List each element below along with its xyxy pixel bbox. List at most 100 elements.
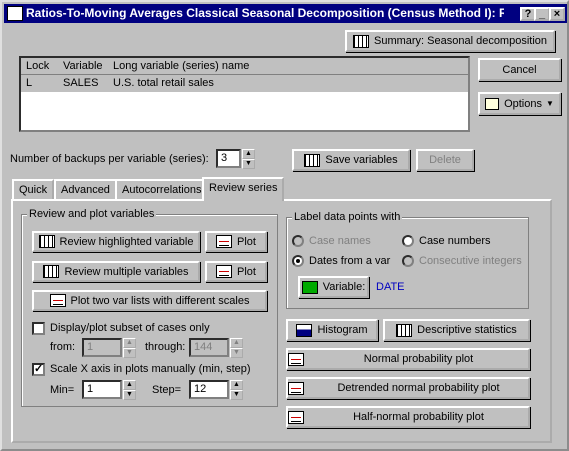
subset-label: Display/plot subset of cases only: [50, 322, 210, 334]
detrended-normal-plot-label: Detrended normal probability plot: [337, 382, 500, 394]
line-plot-icon: [49, 294, 66, 307]
step-spin-up[interactable]: ▲: [230, 380, 243, 390]
histogram-label: Histogram: [317, 324, 368, 336]
step-label: Step=: [152, 384, 182, 396]
options-label: Options: [504, 97, 542, 110]
title-bar: Ratios-To-Moving Averages Classical Seas…: [4, 4, 567, 23]
header-long-name: Long variable (series) name: [113, 60, 250, 72]
label-points-group-label: Label data points with: [292, 211, 403, 223]
variable-list[interactable]: Lock Variable Long variable (series) nam…: [19, 56, 470, 132]
header-variable: Variable: [63, 60, 103, 72]
through-spin-up[interactable]: ▲: [230, 338, 243, 348]
half-normal-plot-label: Half-normal probability plot: [353, 411, 484, 423]
review-multiple-button[interactable]: Review multiple variables: [32, 261, 200, 282]
plot-button-2[interactable]: Plot: [205, 261, 267, 282]
dates-from-var-label: Dates from a var: [309, 255, 391, 267]
variable-button[interactable]: Variable:: [298, 276, 369, 298]
tab-advanced[interactable]: Advanced: [54, 179, 117, 200]
from-spin-down[interactable]: ▼: [123, 348, 136, 358]
minimize-button[interactable]: _: [534, 7, 550, 21]
backups-spin-down[interactable]: ▼: [242, 159, 255, 169]
delete-button[interactable]: Delete: [416, 149, 474, 171]
save-variables-button[interactable]: Save variables: [292, 149, 410, 171]
consecutive-integers-radio[interactable]: [402, 255, 414, 267]
descriptive-statistics-button[interactable]: Descriptive statistics: [383, 319, 530, 341]
close-button[interactable]: ×: [549, 7, 565, 21]
consecutive-integers-label: Consecutive integers: [419, 255, 522, 267]
descriptive-statistics-label: Descriptive statistics: [417, 324, 517, 336]
half-normal-plot-button[interactable]: Half-normal probability plot: [286, 406, 530, 428]
min-spin-up[interactable]: ▲: [123, 380, 136, 390]
spreadsheet-icon: [396, 323, 413, 337]
through-input[interactable]: 144: [189, 338, 229, 357]
histogram-icon: [296, 323, 313, 337]
line-plot-icon: [216, 235, 233, 248]
dropdown-arrow-icon: ▼: [546, 99, 554, 108]
review-group-label: Review and plot variables: [27, 208, 157, 220]
case-numbers-label: Case numbers: [419, 235, 491, 247]
subset-checkbox[interactable]: [32, 322, 45, 335]
scale-x-checkbox[interactable]: ✓: [32, 363, 45, 376]
row-variable: SALES: [63, 77, 99, 89]
app-icon: [7, 6, 23, 21]
window-title: Ratios-To-Moving Averages Classical Seas…: [26, 6, 504, 20]
plot-label-1: Plot: [237, 235, 256, 248]
tab-panel: Review and plot variables Review highlig…: [11, 199, 552, 443]
probability-plot-icon: [288, 410, 304, 424]
dialog-window: Ratios-To-Moving Averages Classical Seas…: [0, 0, 569, 451]
tab-review-series[interactable]: Review series: [202, 177, 285, 201]
summary-button[interactable]: Summary: Seasonal decomposition: [345, 30, 555, 52]
row-lock: L: [26, 77, 33, 89]
normal-probability-plot-label: Normal probability plot: [363, 353, 474, 365]
save-variables-label: Save variables: [325, 154, 398, 166]
min-label: Min=: [50, 384, 75, 396]
probability-plot-icon: [288, 381, 304, 395]
step-spin-down[interactable]: ▼: [230, 390, 243, 400]
save-icon: [304, 153, 321, 167]
options-button[interactable]: Options ▼: [478, 92, 561, 115]
step-input[interactable]: 12: [189, 380, 229, 399]
through-label: through:: [145, 341, 186, 353]
review-highlighted-label: Review highlighted variable: [59, 235, 194, 248]
summary-label: Summary: Seasonal decomposition: [373, 35, 548, 47]
options-icon: [485, 97, 500, 110]
probability-plot-icon: [288, 352, 304, 366]
from-spin-up[interactable]: ▲: [123, 338, 136, 348]
list-header: Lock Variable Long variable (series) nam…: [21, 58, 468, 75]
tab-autocorrelations[interactable]: Autocorrelations: [115, 179, 209, 200]
case-names-label: Case names: [309, 235, 371, 247]
spreadsheet-icon: [38, 235, 55, 248]
variable-value: DATE: [376, 281, 405, 293]
variable-button-label: Variable:: [322, 281, 366, 293]
plot-label-2: Plot: [237, 265, 256, 278]
scale-x-label: Scale X axis in plots manually (min, ste…: [50, 363, 251, 375]
normal-probability-plot-button[interactable]: Normal probability plot: [286, 348, 530, 370]
through-spin-down[interactable]: ▼: [230, 348, 243, 358]
dates-from-var-radio[interactable]: [292, 255, 304, 267]
plot-button-1[interactable]: Plot: [205, 231, 267, 252]
histogram-button[interactable]: Histogram: [286, 319, 378, 341]
line-plot-icon: [216, 265, 233, 278]
from-label: from:: [50, 341, 76, 353]
case-names-radio[interactable]: [292, 235, 304, 247]
plot-two-lists-button[interactable]: Plot two var lists with different scales: [32, 290, 267, 311]
list-row[interactable]: L SALES U.S. total retail sales: [21, 75, 468, 92]
review-highlighted-button[interactable]: Review highlighted variable: [32, 231, 200, 252]
review-multiple-label: Review multiple variables: [64, 265, 189, 278]
plot-two-lists-label: Plot two var lists with different scales: [70, 294, 250, 307]
min-spin-down[interactable]: ▼: [123, 390, 136, 400]
backups-spin-up[interactable]: ▲: [242, 149, 255, 159]
cancel-button[interactable]: Cancel: [478, 58, 561, 81]
spreadsheet-icon: [43, 265, 60, 278]
case-numbers-radio[interactable]: [402, 235, 414, 247]
variable-icon: [301, 280, 318, 294]
spreadsheet-icon: [352, 34, 369, 48]
tab-quick[interactable]: Quick: [12, 179, 55, 200]
row-long-name: U.S. total retail sales: [113, 77, 214, 89]
backups-input[interactable]: 3: [216, 149, 241, 168]
min-input[interactable]: 1: [82, 380, 122, 399]
from-input[interactable]: 1: [82, 338, 122, 357]
detrended-normal-plot-button[interactable]: Detrended normal probability plot: [286, 377, 530, 399]
backups-label: Number of backups per variable (series):: [10, 153, 209, 165]
header-lock: Lock: [26, 60, 50, 72]
